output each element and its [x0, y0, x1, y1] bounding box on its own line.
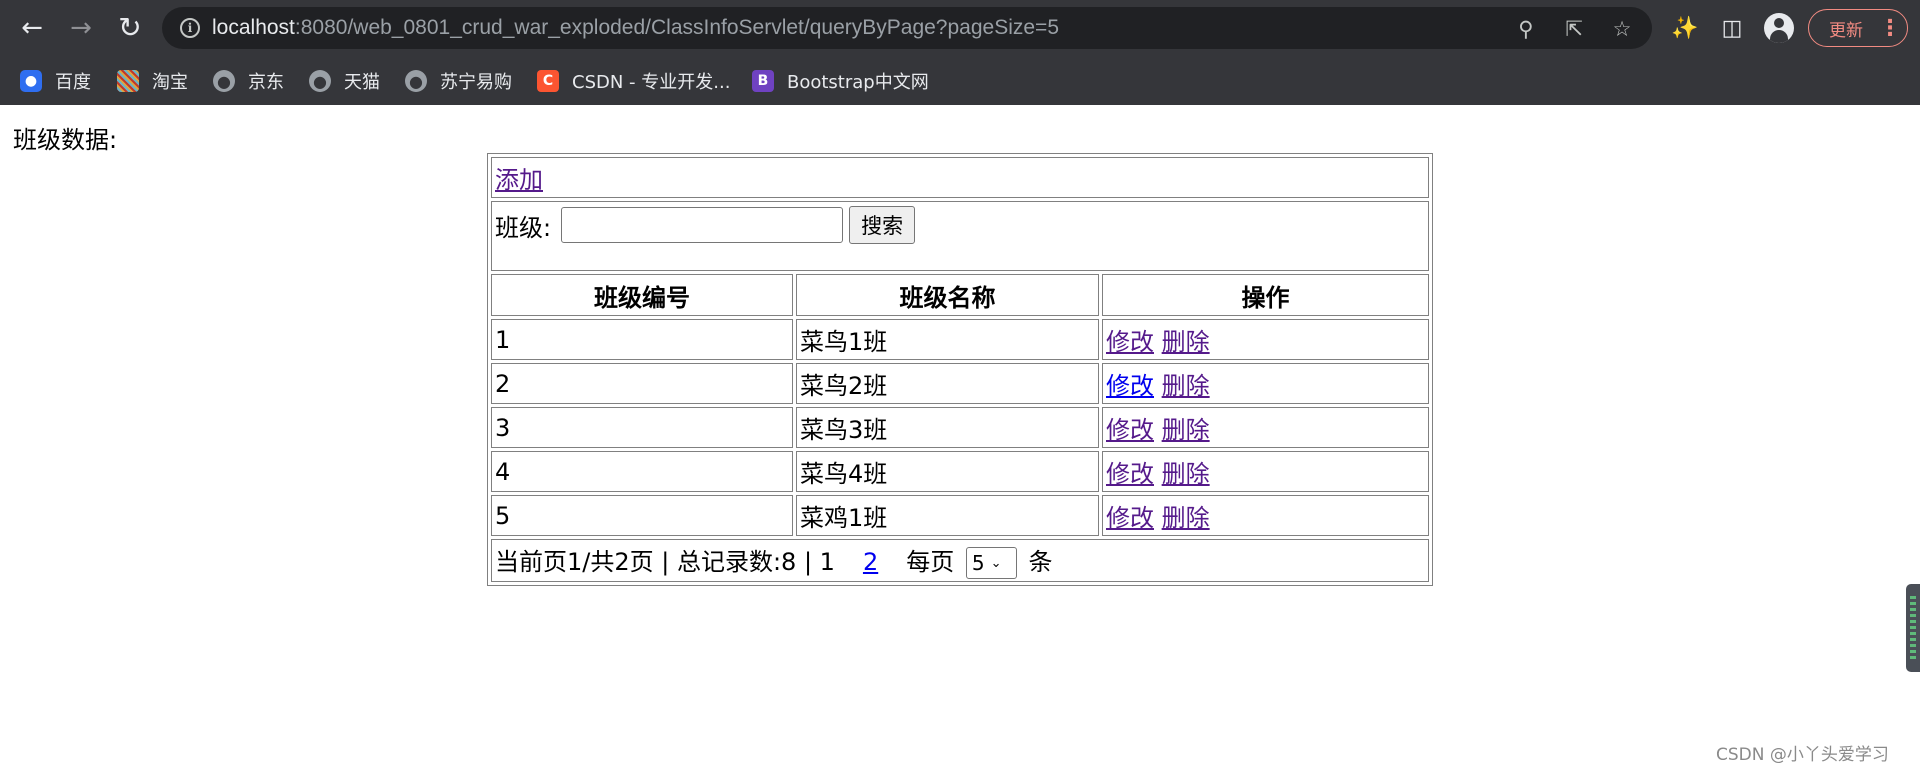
bookmark-csdn[interactable]: C CSDN - 专业开发...	[537, 68, 730, 94]
cell-actions: 修改 删除	[1102, 319, 1429, 360]
bookmark-tmall[interactable]: ● 天猫	[309, 68, 380, 94]
cell-actions: 修改 删除	[1102, 495, 1429, 536]
table-row: 3 菜鸟3班 修改 删除	[491, 407, 1429, 448]
cell-name: 菜鸟1班	[796, 319, 1099, 360]
update-button-label: 更新	[1829, 20, 1863, 41]
chevron-down-icon: ⌄	[990, 555, 1002, 571]
add-row: 添加	[491, 157, 1429, 198]
url-host: localhost	[212, 16, 295, 39]
bookmark-suning[interactable]: ● 苏宁易购	[405, 68, 512, 94]
bookmarks-bar: ● 百度 淘宝 ● 京东 ● 天猫 ● 苏宁易购 C CSDN - 专业开发..…	[0, 56, 1920, 105]
browser-toolbar: ← → ↻ i localhost:8080/web_0801_crud_war…	[0, 0, 1920, 56]
url-path: :8080/web_0801_crud_war_exploded/ClassIn…	[294, 16, 1060, 39]
pagination-cell: 当前页1/共2页 | 总记录数:8 | 1 2 每页 5 ⌄ 条	[491, 539, 1429, 582]
column-header-id: 班级编号	[491, 274, 793, 316]
browser-chrome: ← → ↻ i localhost:8080/web_0801_crud_war…	[0, 0, 1920, 105]
table-row: 2 菜鸟2班 修改 删除	[491, 363, 1429, 404]
edit-link[interactable]: 修改	[1106, 504, 1154, 532]
table-row: 5 菜鸡1班 修改 删除	[491, 495, 1429, 536]
url-text[interactable]: localhost:8080/web_0801_crud_war_explode…	[212, 16, 1059, 40]
add-cell: 添加	[491, 157, 1429, 198]
search-row: 班级: 搜索	[491, 201, 1429, 271]
bookmark-taobao[interactable]: 淘宝	[117, 68, 188, 94]
bookmark-label: 苏宁易购	[440, 72, 512, 93]
cell-name: 菜鸟4班	[796, 451, 1099, 492]
cell-id: 1	[491, 319, 793, 360]
class-table: 添加 班级: 搜索 班级编号 班级名称 操作 1 菜鸟1班 修改 删除 2 菜鸟2…	[487, 153, 1433, 586]
search-button[interactable]: 搜索	[849, 206, 916, 244]
bookmark-label: 天猫	[344, 72, 380, 93]
profile-avatar[interactable]	[1764, 13, 1794, 43]
page-size-select[interactable]: 5 ⌄	[965, 547, 1017, 579]
cell-name: 菜鸟3班	[796, 407, 1099, 448]
watermark: CSDN @小丫头爱学习	[1716, 745, 1889, 765]
column-header-name: 班级名称	[796, 274, 1099, 316]
csdn-icon: C	[537, 70, 559, 92]
bookmark-jd[interactable]: ● 京东	[213, 68, 284, 94]
globe-icon: ●	[309, 70, 331, 92]
table-row: 4 菜鸟4班 修改 删除	[491, 451, 1429, 492]
bookmark-baidu[interactable]: ● 百度	[20, 68, 91, 94]
reload-icon[interactable]: ↻	[112, 10, 148, 46]
header-row: 班级编号 班级名称 操作	[491, 274, 1429, 316]
address-bar[interactable]: i localhost:8080/web_0801_crud_war_explo…	[162, 7, 1652, 49]
cell-name: 菜鸡1班	[796, 495, 1099, 536]
delete-link[interactable]: 删除	[1162, 328, 1210, 356]
column-header-actions: 操作	[1102, 274, 1429, 316]
zoom-icon[interactable]: ⚲	[1512, 15, 1540, 43]
bootstrap-icon: B	[752, 70, 774, 92]
bookmark-label: Bootstrap中文网	[787, 72, 929, 93]
page-2-link[interactable]: 2	[863, 548, 878, 576]
globe-icon: ●	[213, 70, 235, 92]
add-link[interactable]: 添加	[495, 166, 543, 194]
taobao-icon	[117, 70, 139, 92]
cell-id: 3	[491, 407, 793, 448]
cell-id: 2	[491, 363, 793, 404]
search-cell: 班级: 搜索	[491, 201, 1429, 271]
edit-link[interactable]: 修改	[1106, 372, 1154, 400]
cell-id: 5	[491, 495, 793, 536]
search-input[interactable]	[561, 207, 844, 243]
side-widget-handle[interactable]	[1906, 584, 1920, 672]
site-info-icon[interactable]: i	[180, 18, 200, 38]
bookmark-bootstrap[interactable]: B Bootstrap中文网	[752, 68, 929, 94]
share-icon[interactable]: ⇱	[1560, 15, 1588, 43]
bookmark-star-icon[interactable]: ☆	[1608, 15, 1636, 43]
cell-actions: 修改 删除	[1102, 451, 1429, 492]
cell-id: 4	[491, 451, 793, 492]
bookmark-label: 百度	[55, 72, 91, 93]
delete-link[interactable]: 删除	[1162, 416, 1210, 444]
globe-icon: ●	[405, 70, 427, 92]
table-row: 1 菜鸟1班 修改 删除	[491, 319, 1429, 360]
menu-dots-icon[interactable]: ⋮	[1879, 9, 1901, 47]
search-label: 班级:	[495, 213, 552, 242]
page-title: 班级数据:	[13, 126, 118, 154]
forward-arrow-icon[interactable]: →	[63, 10, 99, 46]
per-page-label: 每页	[906, 548, 955, 576]
edit-link[interactable]: 修改	[1106, 460, 1154, 488]
pagination-row: 当前页1/共2页 | 总记录数:8 | 1 2 每页 5 ⌄ 条	[491, 539, 1429, 582]
bookmark-label: 京东	[248, 72, 284, 93]
cell-actions: 修改 删除	[1102, 363, 1429, 404]
page-size-value: 5	[971, 551, 985, 575]
delete-link[interactable]: 删除	[1162, 372, 1210, 400]
cell-name: 菜鸟2班	[796, 363, 1099, 404]
edit-link[interactable]: 修改	[1106, 328, 1154, 356]
baidu-icon: ●	[20, 70, 42, 92]
delete-link[interactable]: 删除	[1162, 460, 1210, 488]
edit-link[interactable]: 修改	[1106, 416, 1154, 444]
pagination-summary: 当前页1/共2页 | 总记录数:8 | 1	[495, 548, 835, 576]
per-page-unit: 条	[1028, 548, 1053, 576]
extensions-icon[interactable]: ✨	[1669, 12, 1701, 44]
side-panel-icon[interactable]: ◫	[1716, 12, 1748, 44]
delete-link[interactable]: 删除	[1162, 504, 1210, 532]
cell-actions: 修改 删除	[1102, 407, 1429, 448]
bookmark-label: CSDN - 专业开发...	[572, 72, 731, 93]
back-arrow-icon[interactable]: ←	[14, 10, 50, 46]
bookmark-label: 淘宝	[152, 72, 188, 93]
